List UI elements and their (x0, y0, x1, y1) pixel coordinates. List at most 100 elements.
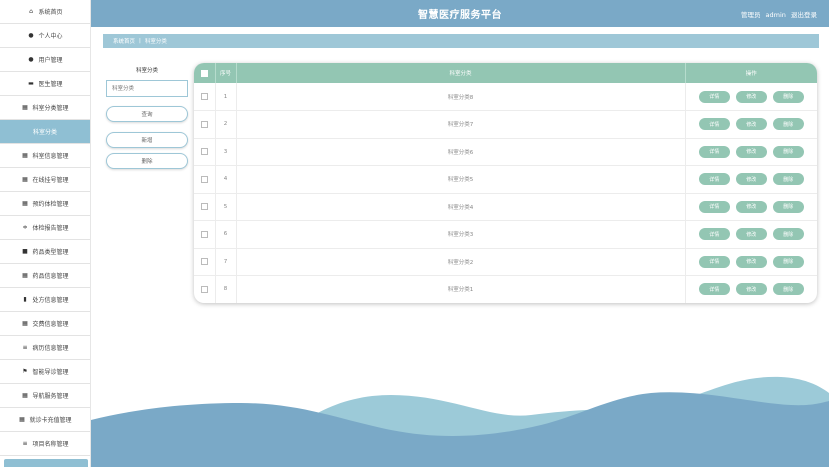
sidebar-item[interactable]: ▦ 科室信息管理 (0, 144, 90, 168)
row-name: 科室分类5 (236, 165, 686, 193)
sidebar-item-label: 智能导诊管理 (32, 369, 69, 376)
row-select-cell (194, 193, 216, 221)
table-row: 8 科室分类1 详情 修改 删除 (194, 275, 817, 303)
row-delete-button[interactable]: 删除 (772, 283, 804, 296)
breadcrumb-current: 科室分类 (144, 39, 167, 45)
user-icon: ● (28, 56, 34, 63)
detail-button[interactable]: 详情 (698, 228, 730, 241)
sidebar: ⌂ 系统首页 ● 个人中心 ● 用户管理 ▬ 医生管理 ▦ 科室分类管理 科室分类 ▦ 科室信息管理 ▦ 在… (0, 0, 91, 467)
role-label: 管理员 (740, 11, 761, 19)
row-name: 科室分类3 (236, 220, 686, 248)
sidebar-item[interactable]: ■ 药品类型管理 (0, 240, 90, 264)
logout-link[interactable]: 退出登录 (791, 11, 817, 19)
grid-icon: ▦ (22, 152, 28, 159)
sidebar-item[interactable]: ▬ 医生管理 (0, 72, 90, 96)
row-checkbox[interactable] (200, 120, 208, 128)
sidebar-item-label: 医生管理 (38, 81, 63, 88)
delete-button[interactable]: 删除 (106, 153, 188, 169)
sidebar-item[interactable]: ≑ 体检报告管理 (0, 216, 90, 240)
clipboard-icon: ▮ (23, 296, 27, 303)
row-checkbox[interactable] (200, 285, 208, 293)
sidebar-item-label: 体检报告管理 (32, 225, 69, 232)
search-input[interactable] (106, 80, 188, 97)
grid-icon: ▦ (22, 176, 28, 183)
row-checkbox[interactable] (200, 148, 208, 156)
row-delete-button[interactable]: 删除 (772, 200, 804, 213)
header-name: 科室分类 (236, 63, 686, 83)
sidebar-item-label: 交费信息管理 (32, 321, 69, 328)
sidebar-item[interactable]: ▦ 预约体检管理 (0, 192, 90, 216)
edit-button[interactable]: 修改 (735, 283, 767, 296)
detail-button[interactable]: 详情 (698, 145, 730, 158)
sidebar-item[interactable]: ▮ 处方信息管理 (0, 288, 90, 312)
row-index: 1 (215, 83, 237, 111)
row-select-cell (194, 248, 216, 276)
sidebar-item-label: 科室信息管理 (32, 153, 69, 160)
sidebar-item-label: 项目名称管理 (32, 441, 69, 448)
row-delete-button[interactable]: 删除 (772, 90, 804, 103)
row-actions: 详情 修改 删除 (685, 166, 817, 194)
sidebar-collapse-tab[interactable] (4, 459, 88, 467)
sidebar-item[interactable]: ≡ 病历信息管理 (0, 336, 90, 360)
sidebar-item[interactable]: ▦ 在线挂号管理 (0, 168, 90, 192)
edit-button[interactable]: 修改 (735, 173, 767, 186)
home-icon: ⌂ (29, 8, 33, 15)
table-row: 6 科室分类3 详情 修改 删除 (194, 220, 817, 249)
row-actions: 详情 修改 删除 (685, 248, 817, 276)
edit-button[interactable]: 修改 (735, 145, 767, 158)
flag-icon: ⚑ (22, 368, 28, 375)
row-checkbox[interactable] (200, 93, 208, 100)
row-checkbox[interactable] (200, 175, 208, 183)
edit-button[interactable]: 修改 (735, 200, 767, 213)
sidebar-item[interactable]: ⚑ 智能导诊管理 (0, 360, 90, 384)
row-delete-button[interactable]: 删除 (772, 228, 804, 241)
edit-button[interactable]: 修改 (735, 228, 767, 241)
row-delete-button[interactable]: 删除 (772, 173, 804, 186)
sidebar-item[interactable]: ▦ 科室分类管理 (0, 96, 90, 120)
query-button[interactable]: 查询 (106, 106, 188, 122)
row-name: 科室分类2 (236, 248, 686, 276)
user-icon: ● (28, 32, 34, 39)
table-header-row: 序号 科室分类 操作 (194, 63, 817, 83)
detail-button[interactable]: 详情 (698, 283, 730, 296)
detail-button[interactable]: 详情 (698, 200, 730, 213)
sidebar-item[interactable]: ▦ 就诊卡充值管理 (0, 408, 90, 432)
row-checkbox[interactable] (200, 203, 208, 211)
row-actions: 详情 修改 删除 (685, 221, 817, 249)
sidebar-item[interactable]: ● 个人中心 (0, 24, 90, 48)
sidebar-item[interactable]: ▦ 交费信息管理 (0, 312, 90, 336)
detail-button[interactable]: 详情 (698, 90, 730, 103)
edit-button[interactable]: 修改 (735, 118, 767, 131)
sidebar-item[interactable]: ≡ 项目名称管理 (0, 432, 90, 456)
edit-button[interactable]: 修改 (735, 90, 767, 103)
sidebar-item[interactable]: 科室分类 (0, 120, 90, 144)
detail-button[interactable]: 详情 (698, 118, 730, 131)
row-index: 7 (215, 248, 237, 276)
row-checkbox[interactable] (200, 258, 208, 266)
sidebar-item[interactable]: ▦ 药品信息管理 (0, 264, 90, 288)
sidebar-item-label: 个人中心 (38, 33, 63, 40)
edit-button[interactable]: 修改 (735, 255, 767, 268)
sidebar-item[interactable]: ▦ 导航服务管理 (0, 384, 90, 408)
sidebar-item[interactable]: ● 用户管理 (0, 48, 90, 72)
select-all-checkbox[interactable] (200, 69, 208, 77)
row-select-cell (194, 275, 216, 303)
row-checkbox[interactable] (200, 230, 208, 238)
row-index: 4 (215, 165, 237, 193)
detail-button[interactable]: 详情 (698, 173, 730, 186)
row-delete-button[interactable]: 删除 (772, 118, 804, 131)
table-icon: ▦ (22, 320, 28, 327)
row-index: 2 (215, 110, 237, 138)
table-card: 序号 科室分类 操作 1 科室分类8 详情 修改 删除 2 科室分类7 详情 修改 删除 3 科室分类… (194, 63, 817, 303)
table-row: 4 科室分类5 详情 修改 删除 (194, 165, 817, 194)
sidebar-item[interactable]: ⌂ 系统首页 (0, 0, 90, 24)
add-button[interactable]: 新增 (106, 132, 188, 148)
grid-icon: ▦ (22, 104, 28, 111)
breadcrumb-home[interactable]: 系统首页 (113, 37, 135, 45)
row-delete-button[interactable]: 删除 (772, 145, 804, 158)
row-index: 3 (215, 138, 237, 166)
row-name: 科室分类1 (236, 275, 686, 303)
breadcrumb-separator: | (139, 38, 141, 44)
detail-button[interactable]: 详情 (698, 255, 730, 268)
row-delete-button[interactable]: 删除 (772, 255, 804, 268)
